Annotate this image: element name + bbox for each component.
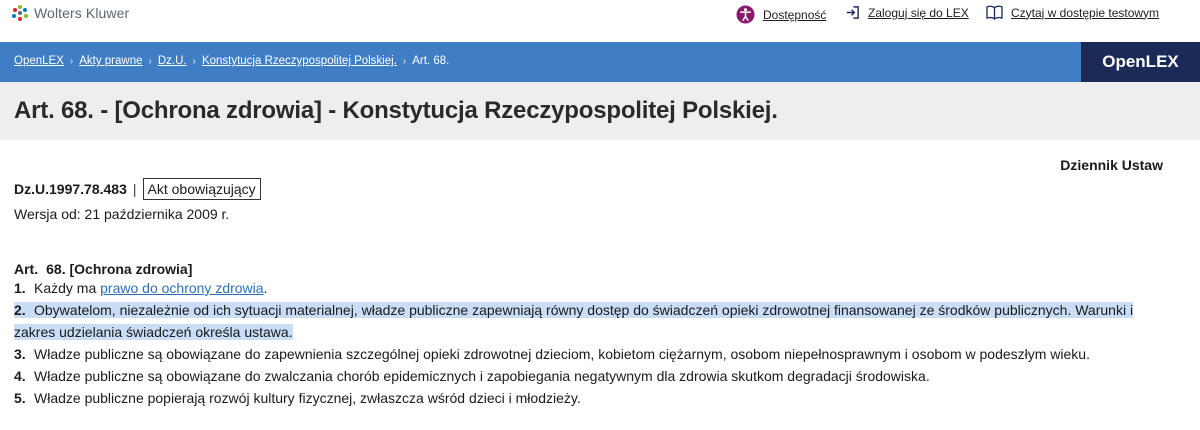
article-paragraph-highlighted: 2. Obywatelom, niezależnie od ich sytuacj…: [14, 299, 1174, 343]
paragraph-number: 2.: [14, 302, 26, 318]
breadcrumb-dzu[interactable]: Dz.U.: [158, 55, 187, 67]
health-right-link[interactable]: prawo do ochrony zdrowia: [100, 280, 263, 296]
chevron-right-icon: ›: [69, 55, 74, 67]
article-paragraph: 3. Władze publiczne są obowiązane do zape…: [14, 343, 1090, 365]
chevron-right-icon: ›: [148, 55, 152, 67]
login-icon: [846, 6, 859, 19]
paragraph-text: Władze publiczne popierają rozwój kultur…: [34, 390, 581, 406]
paragraph-number: 5.: [14, 390, 26, 406]
breadcrumb: OpenLEX › Akty prawne › Dz.U. › Konstytu…: [14, 55, 449, 67]
status-badge: Akt obowiązujący: [142, 178, 261, 200]
title-area: Art. 68. - [Ochrona zdrowia] - Konstytuc…: [0, 82, 1200, 140]
chevron-right-icon: ›: [402, 55, 407, 67]
brand-name: Wolters Kluwer: [34, 5, 130, 21]
act-version: Wersja od: 21 października 2009 r.: [14, 206, 230, 222]
article-paragraph: 1. Każdy ma prawo do ochrony zdrowia.: [14, 277, 267, 299]
paragraph-text-end: .: [263, 280, 268, 296]
login-link[interactable]: Zaloguj się do LEX: [845, 5, 969, 20]
login-label: Zaloguj się do LEX: [868, 5, 969, 20]
paragraph-number: 1.: [14, 280, 26, 296]
act-meta: Dz.U.1997.78.483 | Akt obowiązujący: [14, 178, 261, 200]
trial-label: Czytaj w dostępie testowym: [1011, 5, 1160, 20]
breadcrumb-openlex[interactable]: OpenLEX: [14, 55, 64, 67]
article-label: Art.: [14, 261, 39, 277]
book-icon: [986, 5, 1003, 20]
publication-name: Dziennik Ustaw: [1060, 157, 1163, 173]
paragraph-number: 4.: [14, 368, 26, 384]
paragraph-text: Każdy ma: [34, 280, 101, 296]
trial-link[interactable]: Czytaj w dostępie testowym: [986, 5, 1159, 20]
page-title: Art. 68. - [Ochrona zdrowia] - Konstytuc…: [14, 97, 778, 124]
paragraph-text: Obywatelom, niezależnie od ich sytuacji …: [14, 302, 1134, 340]
paragraph-text: Władze publiczne są obowiązane do zwalcz…: [34, 368, 930, 384]
openlex-brand[interactable]: OpenLEX: [1081, 42, 1200, 82]
accessibility-link[interactable]: Dostępność: [736, 5, 826, 24]
separator: |: [132, 181, 137, 197]
wolters-kluwer-logo-icon: [12, 5, 28, 21]
accessibility-label: Dostępność: [763, 7, 827, 22]
article-paragraph: 5. Władze publiczne popierają rozwój kult…: [14, 387, 581, 409]
top-bar: Wolters Kluwer Dostępność Zaloguj się do…: [0, 0, 1200, 30]
paragraph-text: Władze publiczne są obowiązane do zapewn…: [34, 346, 1090, 362]
article-paragraph: 4. Władze publiczne są obowiązane do zwal…: [14, 365, 930, 387]
chevron-right-icon: ›: [192, 55, 196, 67]
article-heading: Art. 68. [Ochrona zdrowia]: [14, 261, 192, 277]
breadcrumb-konstytucja[interactable]: Konstytucja Rzeczypospolitej Polskiej.: [202, 55, 397, 67]
breadcrumb-current: Art. 68.: [412, 55, 450, 67]
wolters-kluwer-logo[interactable]: Wolters Kluwer: [12, 5, 129, 21]
act-reference: Dz.U.1997.78.483: [14, 181, 127, 197]
paragraph-number: 3.: [14, 346, 26, 362]
article-number: 68. [Ochrona zdrowia]: [46, 261, 193, 277]
breadcrumb-band: OpenLEX › Akty prawne › Dz.U. › Konstytu…: [0, 42, 1200, 82]
accessibility-icon: [736, 5, 755, 24]
breadcrumb-akty-prawne[interactable]: Akty prawne: [79, 55, 142, 67]
